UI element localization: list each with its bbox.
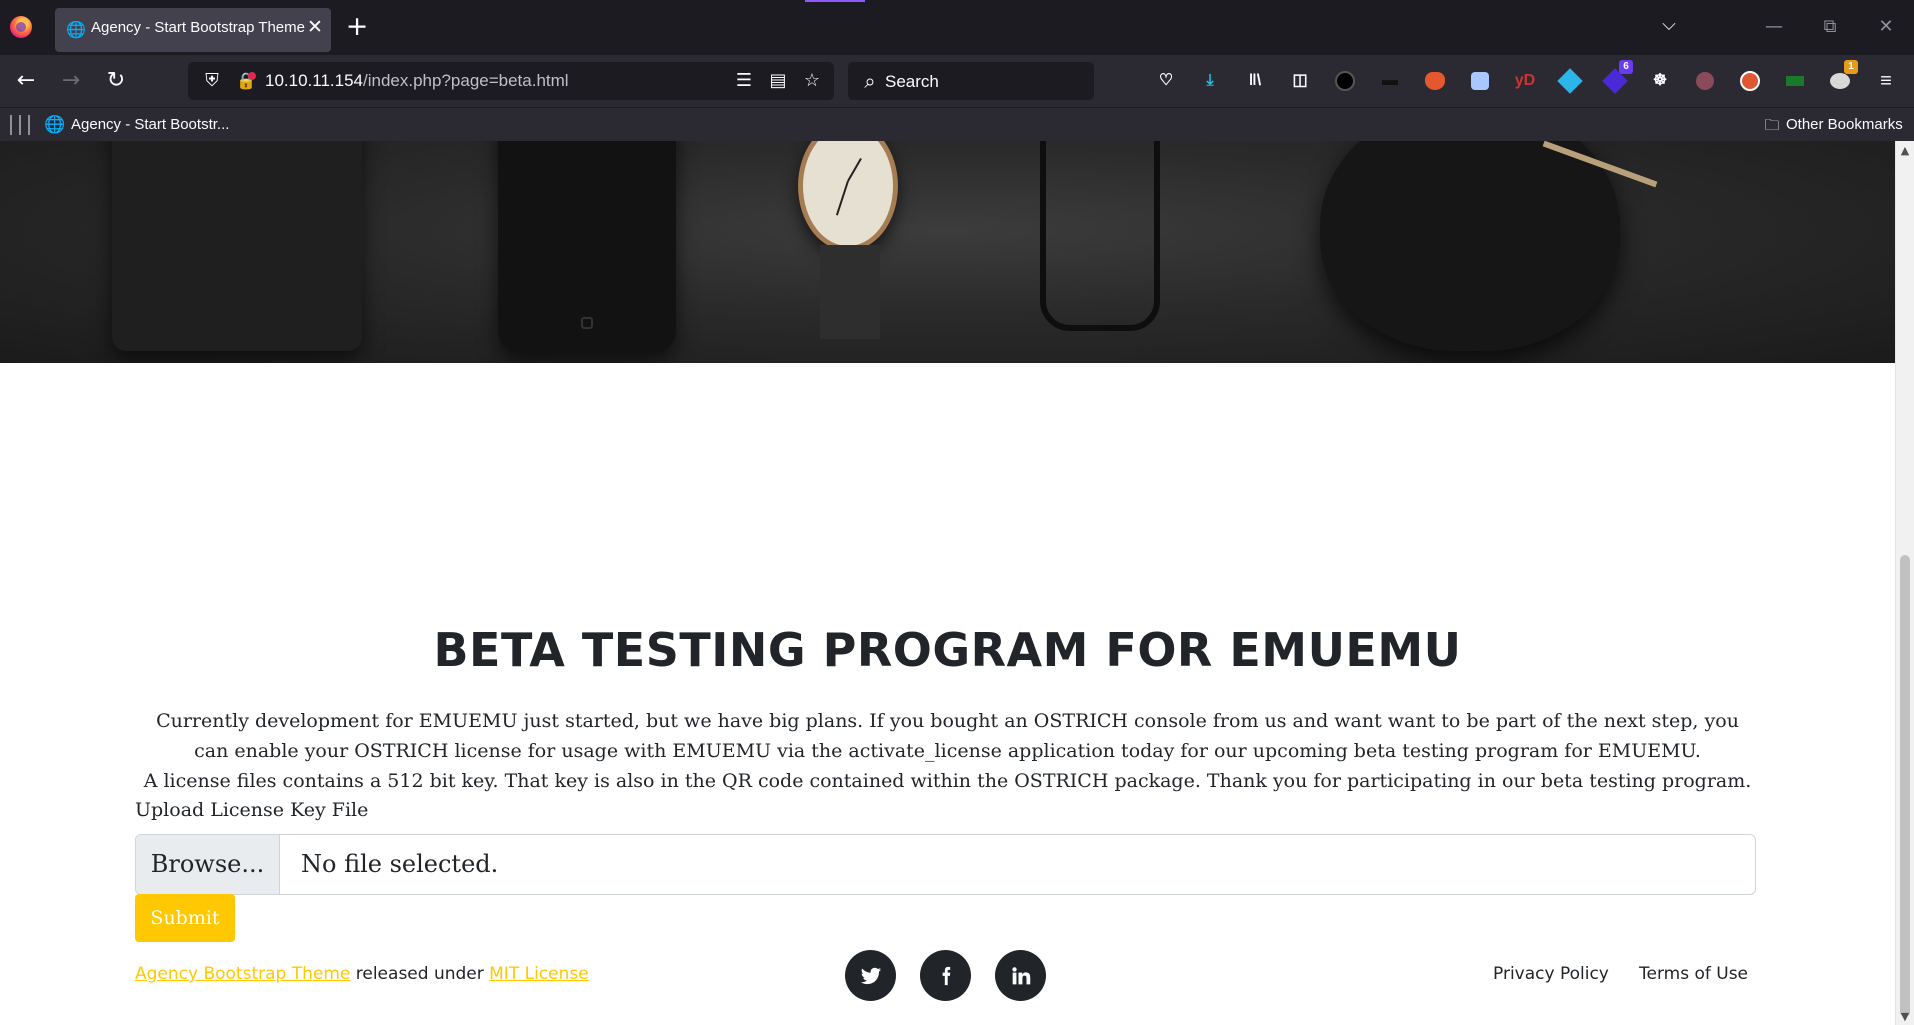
navigation-toolbar: ← → ↻ ⛨ 🔒 10.10.11.154/index.php?page=be… xyxy=(0,55,1914,107)
released-text: released under xyxy=(350,964,490,984)
url-bar[interactable]: ⛨ 🔒 10.10.11.154/index.php?page=beta.htm… xyxy=(188,62,834,100)
separator xyxy=(10,115,12,135)
extension-badge-6-icon[interactable]: 6 xyxy=(1601,60,1633,95)
extension-wappalyzer-icon[interactable] xyxy=(1556,67,1584,95)
extension-badge-1-icon[interactable]: 1 xyxy=(1826,60,1858,95)
tab-title: Agency - Start Bootstrap Theme xyxy=(91,19,305,36)
sidebar-icon[interactable]: ◫ xyxy=(1286,67,1314,95)
private-indicator xyxy=(805,0,865,2)
folder-icon: 🗀 xyxy=(1764,116,1780,134)
tracking-shield-icon[interactable]: ⛨ xyxy=(202,70,222,92)
terms-of-use-link[interactable]: Terms of Use xyxy=(1639,964,1748,984)
pocket-icon[interactable]: ♡ xyxy=(1152,67,1180,95)
extension-black-icon[interactable] xyxy=(1331,67,1359,95)
close-tab-icon[interactable]: ✕ xyxy=(304,16,326,38)
bookmarks-toolbar: 🌐 Agency - Start Bootstr... 🗀 Other Book… xyxy=(0,107,1914,141)
reader-view-icon[interactable]: ☰ xyxy=(732,70,756,92)
separator xyxy=(19,115,21,135)
restore-window-icon[interactable]: ⧉ xyxy=(1810,12,1850,42)
new-tab-button[interactable]: + xyxy=(342,12,372,42)
glasses-image xyxy=(1040,141,1160,331)
globe-icon: 🌐 xyxy=(44,115,66,135)
close-window-icon[interactable]: ✕ xyxy=(1866,12,1906,42)
intro-paragraph-1: Currently development for EMUEMU just st… xyxy=(156,710,1739,762)
bookmark-star-icon[interactable]: ☆ xyxy=(800,70,824,92)
mit-license-link[interactable]: MIT License xyxy=(489,964,589,984)
agency-theme-link[interactable]: Agency Bootstrap Theme xyxy=(135,964,350,984)
phone-image xyxy=(498,141,676,353)
badge-count: 6 xyxy=(1619,60,1633,74)
duckduckgo-icon[interactable] xyxy=(1736,67,1764,95)
scroll-up-arrow-icon[interactable]: ▲ xyxy=(1899,145,1911,157)
back-arrow-icon[interactable]: ← xyxy=(10,65,42,97)
scroll-down-arrow-icon[interactable]: ▼ xyxy=(1899,1011,1911,1023)
footer-copyright: Agency Bootstrap Theme released under MI… xyxy=(135,964,589,984)
extension-cube-icon[interactable] xyxy=(1466,67,1494,95)
privacy-policy-link[interactable]: Privacy Policy xyxy=(1493,964,1609,984)
firefox-logo-icon[interactable] xyxy=(10,16,32,38)
forward-arrow-icon[interactable]: → xyxy=(55,65,87,97)
extension-dots-icon[interactable] xyxy=(1691,67,1719,95)
license-file-input[interactable]: Browse... No file selected. xyxy=(135,834,1756,895)
file-status-text: No file selected. xyxy=(301,850,499,878)
menu-icon[interactable]: ≡ xyxy=(1872,67,1900,95)
facebook-icon[interactable] xyxy=(920,950,971,1001)
insecure-lock-icon[interactable]: 🔒 xyxy=(236,70,256,92)
search-icon: ⌕ xyxy=(864,69,876,93)
extension-fox-icon[interactable] xyxy=(1421,67,1449,95)
page-viewport: BETA TESTING PROGRAM FOR EMUEMU Currentl… xyxy=(0,141,1895,1025)
page-title: BETA TESTING PROGRAM FOR EMUEMU xyxy=(433,623,1462,677)
wallet-image xyxy=(112,141,362,351)
screenshot-icon[interactable]: ▤ xyxy=(766,70,790,92)
extension-yd-icon[interactable]: yD xyxy=(1511,67,1539,95)
tab-strip: 🌐 Agency - Start Bootstrap Theme ✕ + ⌵ —… xyxy=(0,0,1914,55)
browse-button[interactable]: Browse... xyxy=(136,835,280,894)
tab-agency[interactable]: 🌐 Agency - Start Bootstrap Theme ✕ xyxy=(55,8,331,52)
bookmark-agency[interactable]: Agency - Start Bootstr... xyxy=(71,116,229,133)
extension-hat-icon[interactable]: ▬ xyxy=(1376,67,1404,95)
hero-image xyxy=(0,141,1895,363)
extension-green-icon[interactable] xyxy=(1781,67,1809,95)
scrollbar-thumb[interactable] xyxy=(1900,555,1910,1017)
upload-label: Upload License Key File xyxy=(135,799,369,821)
other-bookmarks[interactable]: Other Bookmarks xyxy=(1786,116,1903,133)
url-text[interactable]: 10.10.11.154/index.php?page=beta.html xyxy=(265,71,569,91)
submit-button[interactable]: Submit xyxy=(135,894,235,942)
search-placeholder: Search xyxy=(885,72,939,91)
intro-paragraph-2: A license files contains a 512 bit key. … xyxy=(143,770,1752,792)
downloads-icon[interactable]: ⤓ xyxy=(1196,67,1224,95)
cookie-icon[interactable]: ☸ xyxy=(1646,67,1674,95)
headphones-image xyxy=(1320,141,1620,351)
library-icon[interactable]: ‖\ xyxy=(1241,67,1269,95)
separator xyxy=(28,115,30,135)
globe-icon: 🌐 xyxy=(66,20,86,39)
reload-icon[interactable]: ↻ xyxy=(100,65,132,97)
page-scrollbar[interactable]: ▲ ▼ xyxy=(1895,141,1914,1025)
watch-image xyxy=(798,141,898,251)
intro-text: Currently development for EMUEMU just st… xyxy=(140,706,1755,796)
watch-strap xyxy=(820,245,880,339)
search-bar[interactable]: ⌕ Search xyxy=(848,62,1094,100)
twitter-icon[interactable] xyxy=(845,950,896,1001)
minimize-window-icon[interactable]: — xyxy=(1754,12,1794,42)
badge-count: 1 xyxy=(1844,60,1858,74)
list-all-tabs-chevron-icon[interactable]: ⌵ xyxy=(1654,14,1684,40)
linkedin-icon[interactable] xyxy=(995,950,1046,1001)
